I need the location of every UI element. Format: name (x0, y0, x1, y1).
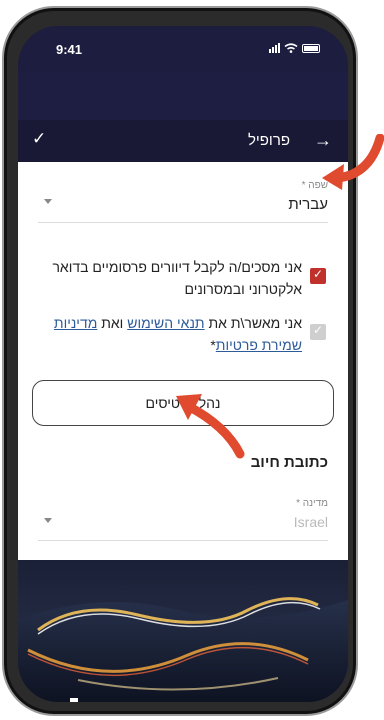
battery-icon (302, 43, 320, 53)
wifi-icon (284, 43, 298, 53)
page-title: פרופיל (247, 132, 290, 149)
status-bar: 9:41 (18, 26, 348, 72)
top-band (18, 72, 348, 120)
billing-address-title: כתובת חיוב (250, 454, 328, 471)
callout-arrow-icon (322, 134, 384, 190)
country-underline (38, 540, 328, 541)
phone-frame: 9:41 ✓ פרופיל → שפה * עברית ✓ אני מסכים/… (2, 6, 358, 716)
road-photo-image (18, 560, 348, 702)
phone-screen: 9:41 ✓ פרופיל → שפה * עברית ✓ אני מסכים/… (18, 26, 348, 702)
privacy-policy-link-part1[interactable]: מדיניות (54, 315, 97, 331)
language-underline (38, 222, 328, 223)
checkmark-icon[interactable]: ✓ (32, 129, 46, 149)
profile-header: ✓ פרופיל → (18, 120, 348, 162)
status-time: 9:41 (56, 42, 83, 57)
marketing-checkbox[interactable]: ✓ (310, 267, 326, 284)
privacy-policy-link-part2[interactable]: שמירת פרטיות (216, 337, 302, 353)
language-select[interactable]: עברית (288, 196, 328, 213)
callout-arrow-icon (176, 394, 245, 459)
stage: 9:41 ✓ פרופיל → שפה * עברית ✓ אני מסכים/… (0, 0, 384, 720)
terms-prefix: אני מאשר\ת את (204, 315, 302, 331)
country-select[interactable]: Israel (294, 514, 328, 530)
chevron-down-icon[interactable] (44, 518, 52, 523)
country-label: מדינה * (296, 498, 328, 509)
road-night-photo (18, 560, 348, 702)
terms-consent-text: אני מאשר\ת את תנאי השימוש ואת מדיניות שמי… (42, 312, 302, 356)
status-icons (269, 43, 320, 53)
profile-form: שפה * עברית ✓ אני מסכים/ה לקבל דיוורים פ… (18, 162, 348, 560)
signal-icon (269, 43, 280, 53)
terms-of-use-link[interactable]: תנאי השימוש (127, 315, 204, 331)
marketing-consent-text: אני מסכים/ה לקבל דיוורים פרסומיים בדואר … (52, 259, 302, 297)
terms-checkbox[interactable]: ✓ (310, 323, 326, 340)
chevron-down-icon[interactable] (44, 199, 52, 204)
terms-and: ואת (97, 315, 128, 331)
home-indicator (70, 698, 78, 702)
